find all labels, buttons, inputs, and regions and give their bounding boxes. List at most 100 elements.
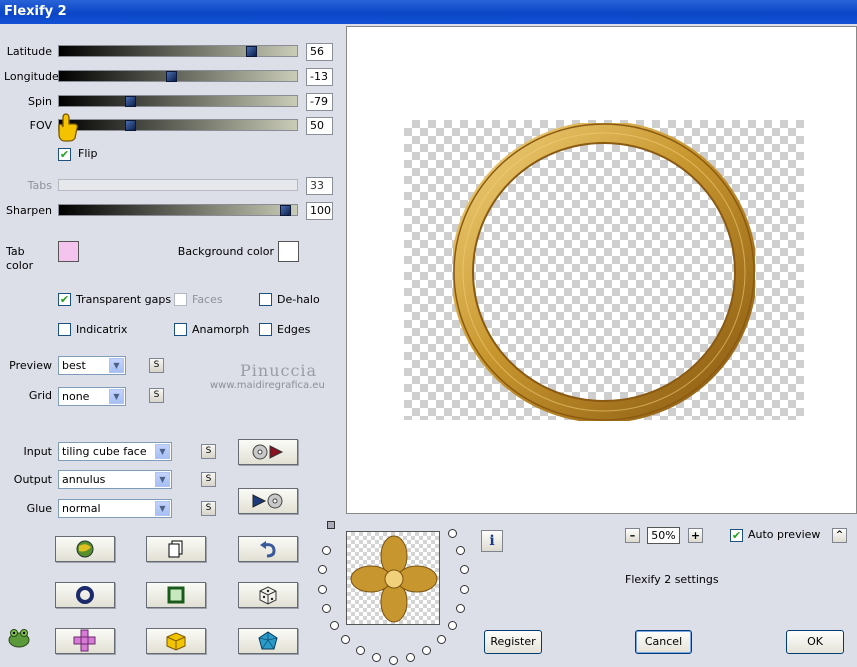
preview-select[interactable]: best ▼ [58, 356, 126, 375]
output-select[interactable]: annulus ▼ [58, 470, 172, 489]
slider-label-longitude: Longitude [4, 70, 59, 83]
faces-checkbox[interactable] [174, 293, 187, 306]
cross-net-button[interactable] [55, 628, 115, 654]
background-color-swatch[interactable] [278, 241, 299, 262]
yellow-cube-icon [166, 632, 186, 651]
value-field-tabs[interactable]: 33 [306, 177, 333, 195]
rotation-dot[interactable] [460, 565, 470, 575]
output-select-value: annulus [62, 473, 106, 486]
pentagon-icon [258, 631, 278, 650]
input-select[interactable]: tiling cube face ▼ [58, 442, 172, 461]
cube-button[interactable] [146, 628, 206, 654]
polyhedron-button[interactable] [238, 628, 298, 654]
frog-logo-icon [7, 627, 31, 652]
auto-preview-checkbox[interactable]: ✔ [730, 529, 743, 542]
rotation-dot[interactable] [317, 584, 327, 594]
rotation-dot[interactable] [448, 620, 458, 630]
edges-checkbox[interactable] [259, 323, 272, 336]
undo-button[interactable] [238, 536, 298, 562]
edges-label: Edges [277, 323, 311, 336]
slider-thumb-spin[interactable] [125, 95, 136, 107]
value-field-longitude[interactable]: -13 [306, 68, 333, 86]
input-s-button[interactable]: S [201, 444, 216, 459]
auto-preview-label: Auto preview [748, 528, 821, 541]
rotation-dot[interactable] [329, 620, 339, 630]
output-s-button[interactable]: S [201, 472, 216, 487]
slider-thumb-sharpen[interactable] [280, 204, 291, 216]
rotation-dot[interactable] [355, 646, 365, 656]
chevron-down-icon: ▼ [109, 358, 124, 373]
rotation-dot[interactable] [321, 603, 331, 613]
grid-select[interactable]: none ▼ [58, 387, 126, 406]
slider-label-spin: Spin [28, 95, 52, 108]
slider-thumb-longitude[interactable] [166, 70, 177, 82]
grid-select-value: none [62, 390, 90, 403]
copy-button[interactable] [146, 536, 206, 562]
glue-select[interactable]: normal ▼ [58, 499, 172, 518]
indicatrix-label: Indicatrix [76, 323, 128, 336]
value-field-spin[interactable]: -79 [306, 93, 333, 111]
play-disc-icon [252, 493, 283, 509]
disc-play-icon [252, 444, 284, 460]
glue-select-value: normal [62, 502, 101, 515]
zoom-level: 50% [647, 527, 680, 544]
chevron-down-icon: ▼ [155, 472, 170, 487]
de-halo-checkbox[interactable] [259, 293, 272, 306]
flip-checkbox[interactable]: ✔ [58, 148, 71, 161]
slider-track-tabs[interactable] [58, 179, 298, 191]
slider-track-spin[interactable] [58, 95, 298, 107]
rotation-dot[interactable] [422, 646, 432, 656]
slider-track-longitude[interactable] [58, 70, 298, 82]
rotation-dot[interactable] [317, 565, 327, 575]
slider-label-latitude: Latitude [6, 45, 52, 58]
zoom-out-button[interactable]: – [625, 528, 640, 543]
transparent-gaps-checkbox[interactable]: ✔ [58, 293, 71, 306]
slider-label-fov: FOV [29, 119, 52, 132]
rotation-dot[interactable] [341, 635, 351, 645]
slider-label-sharpen: Sharpen [6, 204, 52, 217]
rotation-handle[interactable] [327, 521, 335, 529]
randomize-plugin-button[interactable] [55, 536, 115, 562]
register-button[interactable]: Register [484, 630, 542, 654]
grid-s-button[interactable]: S [149, 388, 164, 403]
anamorph-checkbox[interactable] [174, 323, 187, 336]
rotation-dot[interactable] [448, 529, 458, 539]
rotation-dot[interactable] [371, 653, 381, 663]
globe-icon [76, 540, 94, 558]
value-field-fov[interactable]: 50 [306, 117, 333, 135]
glue-s-button[interactable]: S [201, 501, 216, 516]
rotation-dot[interactable] [456, 546, 466, 556]
frame-shape-button[interactable] [146, 582, 206, 608]
slider-thumb-latitude[interactable] [246, 45, 257, 57]
slider-track-sharpen[interactable] [58, 204, 298, 216]
preview-canvas[interactable] [346, 26, 857, 514]
value-field-sharpen[interactable]: 100 [306, 202, 333, 220]
grid-label: Grid [28, 389, 52, 402]
indicatrix-checkbox[interactable] [58, 323, 71, 336]
info-button[interactable]: i [481, 530, 503, 552]
tab-color-swatch[interactable] [58, 241, 79, 262]
random-dice-button[interactable] [238, 582, 298, 608]
preview-s-button[interactable]: S [149, 358, 164, 373]
rotation-dot[interactable] [389, 655, 398, 665]
collapse-button[interactable]: ^ [832, 528, 847, 543]
window-title: Flexify 2 [0, 0, 857, 24]
rotation-dot[interactable] [321, 546, 331, 556]
ok-button[interactable]: OK [786, 630, 844, 654]
slider-track-latitude[interactable] [58, 45, 298, 57]
rotation-dot[interactable] [460, 584, 470, 594]
zoom-in-button[interactable]: + [688, 528, 703, 543]
value-field-latitude[interactable]: 56 [306, 43, 333, 61]
cancel-button[interactable]: Cancel [635, 630, 692, 654]
dice-icon [259, 586, 277, 605]
rotation-dot[interactable] [406, 653, 416, 663]
rotation-dot[interactable] [436, 635, 446, 645]
slider-thumb-fov[interactable] [125, 119, 136, 131]
load-output-button[interactable] [238, 488, 298, 514]
ring-icon [76, 586, 94, 604]
input-thumbnail [346, 531, 440, 625]
ring-shape-button[interactable] [55, 582, 115, 608]
load-input-button[interactable] [238, 439, 298, 465]
rotation-dot[interactable] [456, 603, 466, 613]
slider-track-fov[interactable] [58, 119, 298, 131]
